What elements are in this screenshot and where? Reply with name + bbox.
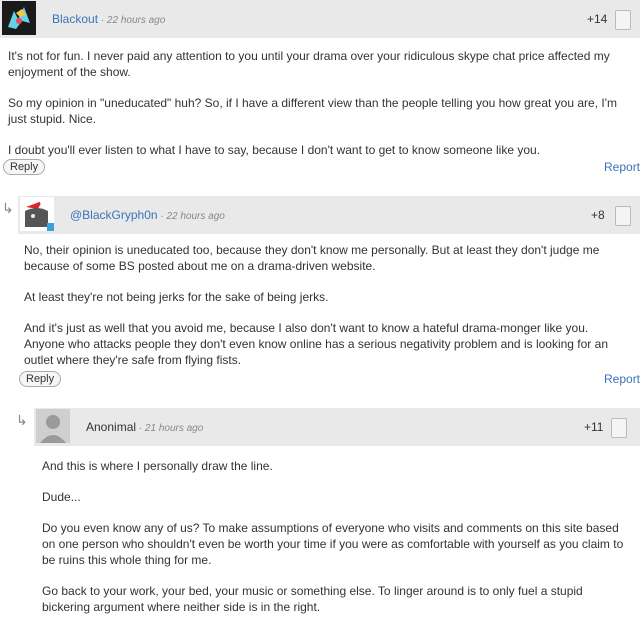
thumbs-up-icon[interactable] [615, 206, 631, 226]
report-link[interactable]: Report [604, 372, 640, 386]
comment-paragraph: Do you even know any of us? To make assu… [42, 521, 624, 567]
comment-paragraph: I doubt you'll ever listen to what I hav… [8, 143, 541, 157]
author-name-link[interactable]: @BlackGryph0n [70, 208, 158, 222]
comment-paragraph: Go back to your work, your bed, your mus… [42, 584, 583, 614]
comment-header: Blackout · 22 hours ago +14 [0, 0, 640, 38]
comment-paragraph: So my opinion in "uneducated" huh? So, i… [8, 96, 617, 126]
thumbs-up-icon[interactable] [611, 418, 627, 438]
author-name-link[interactable]: Anonimal [86, 420, 136, 434]
comment-paragraph: Dude... [42, 490, 81, 504]
comment-body: And this is where I personally draw the … [42, 458, 632, 630]
thumbs-up-icon[interactable] [615, 10, 631, 30]
avatar[interactable] [2, 1, 36, 35]
comment-body: No, their opinion is uneducated too, bec… [24, 242, 624, 383]
comment-paragraph: It's not for fun. I never paid any atten… [8, 49, 610, 79]
comment-author: Anonimal · 21 hours ago [86, 420, 204, 434]
timestamp: 21 hours ago [144, 423, 204, 434]
reply-arrow-icon: ↳ [2, 200, 14, 216]
reply-button[interactable]: Reply [3, 159, 46, 175]
reply-arrow-icon: ↳ [16, 412, 28, 428]
comment-body: It's not for fun. I never paid any atten… [8, 48, 628, 173]
comment-header: @BlackGryph0n · 22 hours ago +8 [18, 196, 640, 234]
comment-anonimal: ↳ Anonimal · 21 hours ago +11 And this i… [0, 408, 640, 614]
comment-paragraph: At least they're not being jerks for the… [24, 290, 329, 304]
comment-author: Blackout · 22 hours ago [52, 12, 166, 26]
reply-button[interactable]: Reply [19, 371, 62, 387]
author-name-link[interactable]: Blackout [52, 12, 98, 26]
vote-count: +14 [587, 12, 608, 26]
comment-paragraph: And this is where I personally draw the … [42, 459, 273, 473]
comment-blackgryph0n: ↳ @BlackGryph0n · 22 hours ago +8 No, th… [0, 196, 640, 396]
comment-author: @BlackGryph0n · 22 hours ago [70, 208, 225, 222]
avatar[interactable] [20, 197, 54, 231]
comment-blackout: Blackout · 22 hours ago +14 It's not for… [0, 0, 640, 180]
timestamp: 22 hours ago [106, 15, 166, 26]
vote-count: +8 [591, 208, 605, 222]
comment-header: Anonimal · 21 hours ago +11 [34, 408, 640, 446]
comment-paragraph: No, their opinion is uneducated too, bec… [24, 243, 600, 273]
comment-paragraph: And it's just as well that you avoid me,… [24, 321, 608, 367]
report-link[interactable]: Report [604, 160, 640, 174]
avatar[interactable] [36, 409, 70, 443]
timestamp: 22 hours ago [166, 211, 225, 222]
vote-count: +11 [584, 420, 604, 434]
